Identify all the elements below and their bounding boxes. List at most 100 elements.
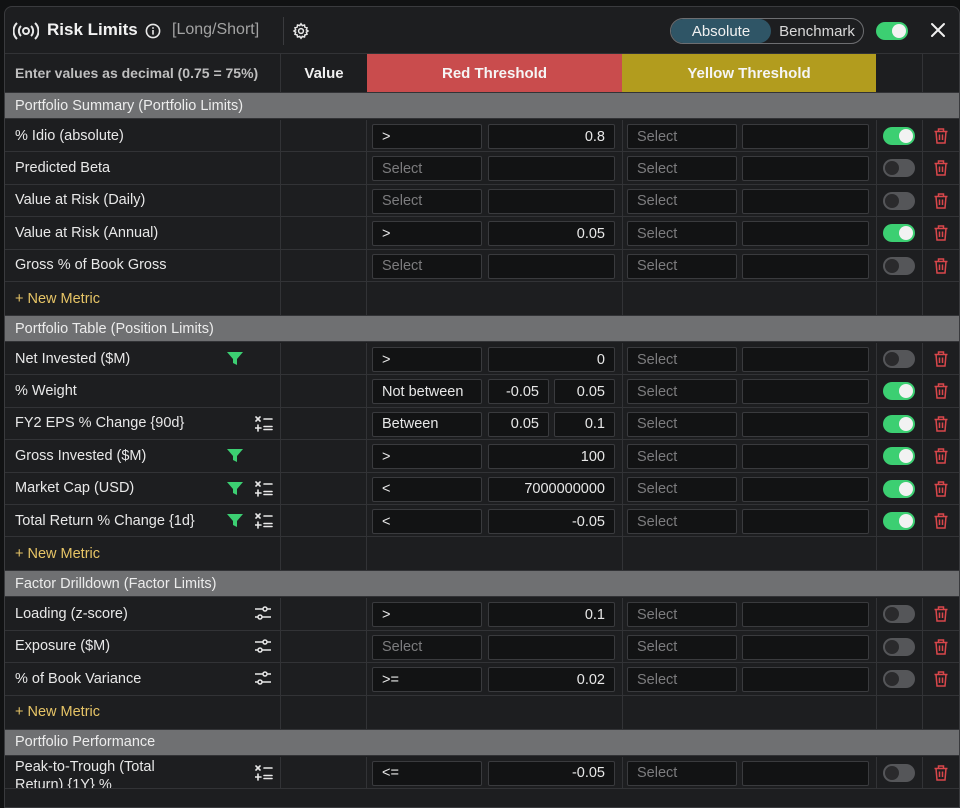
red-operator-select[interactable]: >: [372, 444, 482, 470]
trash-icon[interactable]: [934, 671, 948, 687]
metric-enable-toggle[interactable]: [883, 637, 915, 656]
yellow-operator-select[interactable]: Select: [627, 602, 737, 628]
yellow-value-input[interactable]: [742, 476, 869, 502]
red-operator-select[interactable]: >: [372, 602, 482, 628]
red-max-input[interactable]: 0.1: [554, 411, 615, 437]
yellow-value-input[interactable]: [742, 188, 869, 214]
red-operator-select[interactable]: >: [372, 221, 482, 247]
trash-icon[interactable]: [934, 448, 948, 464]
trash-icon[interactable]: [934, 480, 948, 497]
red-value-input[interactable]: -0.05: [488, 509, 615, 534]
yellow-operator-select[interactable]: Select: [627, 667, 737, 693]
yellow-value-input[interactable]: [742, 253, 869, 279]
red-operator-select[interactable]: Not between: [372, 379, 482, 405]
metric-enable-toggle[interactable]: [883, 763, 915, 782]
yellow-operator-select[interactable]: Select: [627, 476, 737, 502]
trash-icon[interactable]: [934, 383, 948, 400]
yellow-value-input[interactable]: [742, 221, 869, 247]
filter-icon[interactable]: [227, 449, 243, 463]
filter-icon[interactable]: [227, 514, 243, 528]
formula-icon[interactable]: [255, 764, 273, 781]
formula-icon[interactable]: [255, 415, 273, 432]
new-metric-button[interactable]: + New Metric: [15, 282, 100, 315]
red-operator-select[interactable]: >: [372, 347, 482, 372]
yellow-operator-select[interactable]: Select: [627, 444, 737, 470]
trash-icon[interactable]: [934, 416, 948, 432]
yellow-operator-select[interactable]: Select: [627, 347, 737, 372]
red-value-input[interactable]: 0.05: [488, 221, 615, 247]
yellow-value-input[interactable]: [742, 602, 869, 628]
trash-icon[interactable]: [934, 639, 948, 655]
metric-enable-toggle[interactable]: [883, 127, 915, 145]
yellow-operator-select[interactable]: Select: [627, 634, 737, 660]
metric-enable-toggle[interactable]: [883, 670, 915, 689]
yellow-value-input[interactable]: [742, 760, 869, 786]
sliders-icon[interactable]: [255, 639, 271, 653]
yellow-operator-select[interactable]: Select: [627, 411, 737, 437]
metric-enable-toggle[interactable]: [883, 479, 915, 498]
yellow-value-input[interactable]: [742, 156, 869, 182]
yellow-operator-select[interactable]: Select: [627, 124, 737, 149]
red-operator-select[interactable]: >=: [372, 667, 482, 693]
yellow-operator-select[interactable]: Select: [627, 156, 737, 182]
metric-enable-toggle[interactable]: [883, 447, 915, 466]
metric-enable-toggle[interactable]: [883, 512, 915, 530]
sliders-icon[interactable]: [255, 671, 271, 685]
yellow-value-input[interactable]: [742, 124, 869, 149]
metric-enable-toggle[interactable]: [883, 191, 915, 210]
yellow-operator-select[interactable]: Select: [627, 509, 737, 534]
red-operator-select[interactable]: Between: [372, 411, 482, 437]
yellow-operator-select[interactable]: Select: [627, 188, 737, 214]
metric-enable-toggle[interactable]: [883, 382, 915, 401]
new-metric-button[interactable]: + New Metric: [15, 696, 100, 729]
yellow-operator-select[interactable]: Select: [627, 253, 737, 279]
yellow-operator-select[interactable]: Select: [627, 379, 737, 405]
metric-enable-toggle[interactable]: [883, 224, 915, 243]
absolute-mode-button[interactable]: Absolute: [671, 19, 771, 43]
metric-enable-toggle[interactable]: [883, 414, 915, 433]
red-operator-select[interactable]: >: [372, 124, 482, 149]
trash-icon[interactable]: [934, 513, 948, 529]
trash-icon[interactable]: [934, 225, 948, 241]
gear-icon[interactable]: [292, 22, 310, 40]
yellow-value-input[interactable]: [742, 444, 869, 470]
metric-enable-toggle[interactable]: [883, 256, 915, 275]
red-value-input[interactable]: 0.02: [488, 667, 615, 693]
metric-enable-toggle[interactable]: [883, 350, 915, 368]
benchmark-mode-button[interactable]: Benchmark: [771, 19, 863, 43]
trash-icon[interactable]: [934, 128, 948, 144]
sliders-icon[interactable]: [255, 606, 271, 621]
yellow-value-input[interactable]: [742, 634, 869, 660]
yellow-operator-select[interactable]: Select: [627, 221, 737, 247]
red-min-input[interactable]: 0.05: [488, 411, 549, 437]
trash-icon[interactable]: [934, 193, 948, 209]
red-value-input[interactable]: [488, 253, 615, 279]
yellow-value-input[interactable]: [742, 379, 869, 405]
formula-icon[interactable]: [255, 480, 273, 497]
trash-icon[interactable]: [934, 257, 948, 274]
yellow-value-input[interactable]: [742, 667, 869, 693]
yellow-value-input[interactable]: [742, 411, 869, 437]
filter-icon[interactable]: [227, 352, 243, 366]
yellow-value-input[interactable]: [742, 347, 869, 372]
filter-icon[interactable]: [227, 481, 243, 496]
red-value-input[interactable]: 0: [488, 347, 615, 372]
red-operator-select[interactable]: <=: [372, 760, 482, 786]
trash-icon[interactable]: [934, 606, 948, 623]
red-value-input[interactable]: [488, 188, 615, 214]
trash-icon[interactable]: [934, 351, 948, 367]
red-max-input[interactable]: 0.05: [554, 379, 615, 405]
metric-enable-toggle[interactable]: [883, 159, 915, 178]
red-operator-select[interactable]: <: [372, 476, 482, 502]
info-icon[interactable]: [145, 23, 161, 39]
yellow-value-input[interactable]: [742, 509, 869, 534]
yellow-operator-select[interactable]: Select: [627, 760, 737, 786]
red-value-input[interactable]: -0.05: [488, 760, 615, 786]
red-value-input[interactable]: [488, 634, 615, 660]
red-operator-select[interactable]: Select: [372, 253, 482, 279]
new-metric-button[interactable]: + New Metric: [15, 537, 100, 570]
red-value-input[interactable]: 100: [488, 444, 615, 470]
risk-limits-enable-toggle[interactable]: [876, 22, 908, 40]
formula-icon[interactable]: [255, 513, 273, 529]
red-operator-select[interactable]: Select: [372, 634, 482, 660]
